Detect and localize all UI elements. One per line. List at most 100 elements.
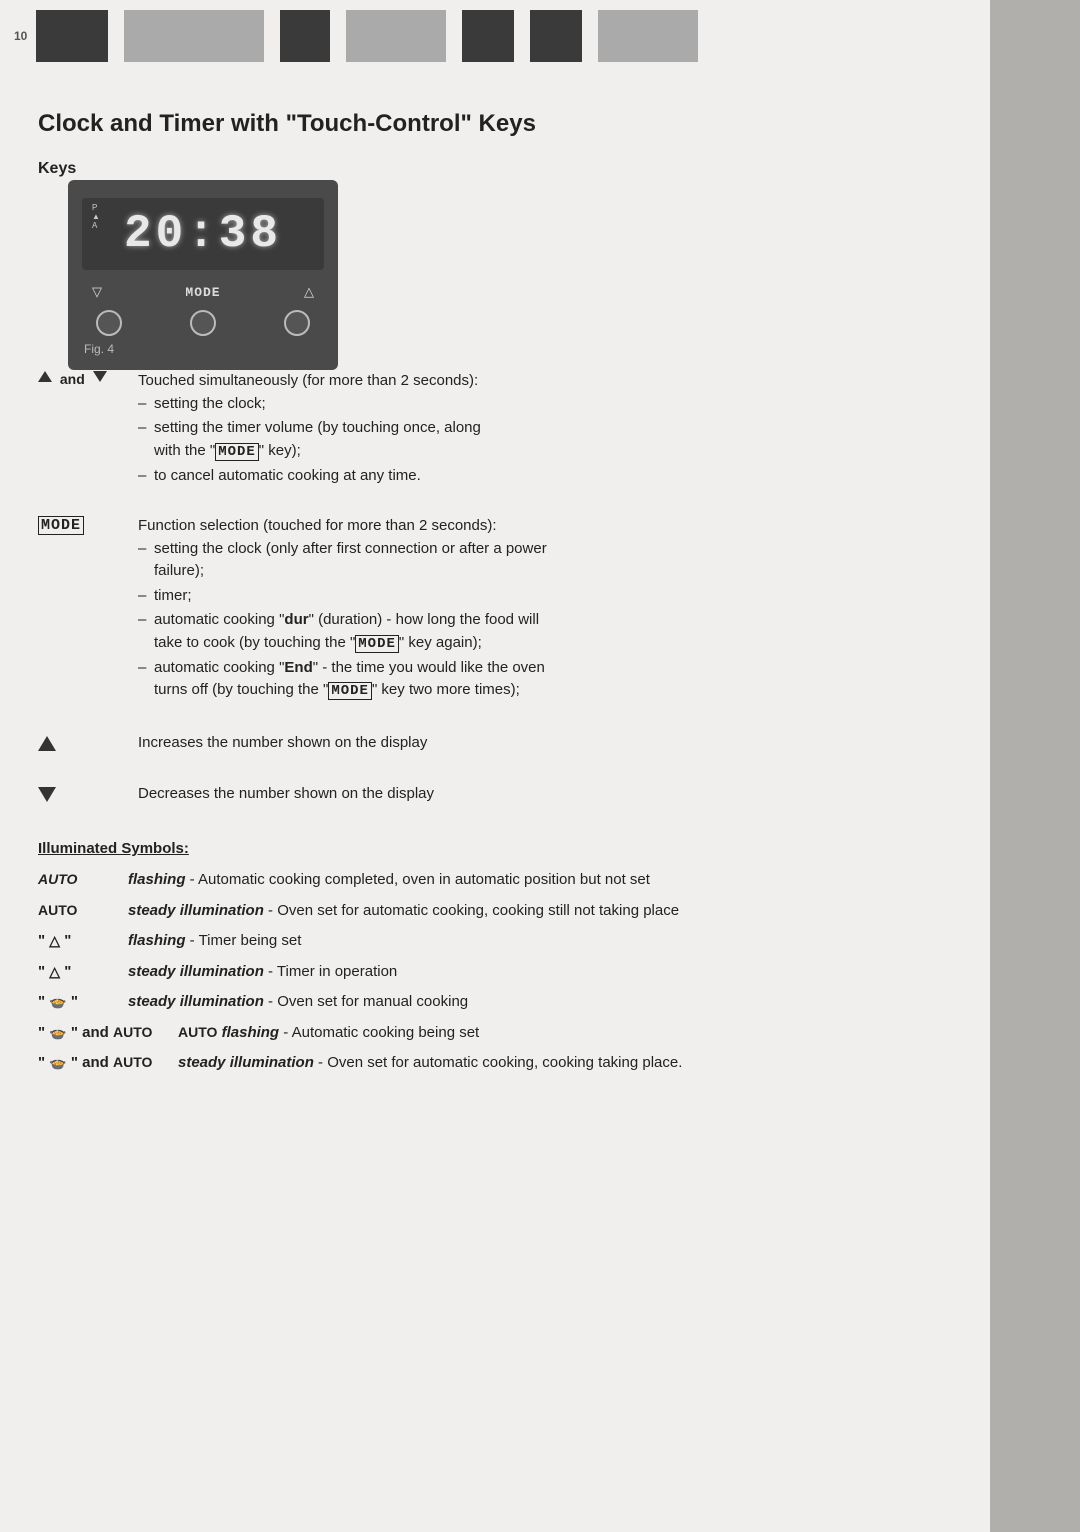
indicator-auto: ▲	[92, 213, 100, 221]
illu-style-3: flashing	[128, 932, 186, 949]
circle-right	[284, 310, 310, 336]
illu-row-7: " 🍲 " and AUTO steady illumination - Ove…	[38, 1052, 970, 1075]
illu-desc-7: steady illumination - Oven set for autom…	[178, 1052, 970, 1075]
btn-mode-area: MODE	[185, 285, 220, 300]
mode-desc-list: setting the clock (only after first conn…	[138, 538, 568, 703]
triangle-down-large-icon	[38, 787, 56, 802]
auto-label-6: AUTO	[178, 1024, 217, 1040]
auto-badge-4: AUTO	[113, 1054, 152, 1070]
header-block-sequence	[36, 10, 698, 62]
single-key-desc-up: Increases the number shown on the displa…	[138, 732, 427, 755]
mode-desc-item-1: setting the clock (only after first conn…	[138, 538, 568, 583]
circle-center	[190, 310, 216, 336]
mode-desc-item-3: automatic cooking "dur" (duration) - how…	[138, 609, 568, 655]
btn-down-label: ▽	[92, 284, 102, 300]
indicator-a: A	[92, 222, 100, 230]
mode-symbol: MODE	[38, 516, 84, 535]
illu-desc-3: flashing - Timer being set	[128, 930, 970, 953]
page-title: Clock and Timer with "Touch-Control" Key…	[38, 110, 970, 138]
header-block-7	[598, 10, 698, 62]
btn-up-label: △	[304, 284, 314, 300]
single-key-row-down: Decreases the number shown on the displa…	[38, 783, 970, 806]
mode-sym-inline-1: MODE	[215, 443, 259, 461]
mode-sym-inline-3: MODE	[328, 682, 372, 700]
illuminated-section: Illuminated Symbols: AUTO flashing - Aut…	[38, 840, 970, 1075]
key-desc-list: setting the clock; setting the timer vol…	[138, 393, 970, 488]
illu-style-4: steady illumination	[128, 963, 264, 980]
display-indicators: P ▲ A	[92, 204, 100, 230]
auto-badge-3: AUTO	[113, 1024, 152, 1040]
main-content: Clock and Timer with "Touch-Control" Key…	[0, 72, 1080, 1123]
illu-desc-4: steady illumination - Timer in operation	[128, 961, 970, 984]
key-row-up-down: and Touched simultaneously (for more tha…	[38, 370, 970, 489]
illu-style-6: flashing	[222, 1024, 280, 1041]
display-circles	[82, 310, 324, 336]
header-block-gap-3	[334, 10, 342, 62]
btn-up-area: △	[304, 284, 314, 300]
and-text: and	[56, 371, 89, 387]
illu-sym-4: " △ "	[38, 961, 128, 984]
key-desc-item-1: setting the clock;	[138, 393, 970, 416]
illu-sym-5: " 🍲 "	[38, 991, 128, 1014]
header-bar: 10	[0, 0, 1080, 72]
single-key-row-up: Increases the number shown on the displa…	[38, 732, 970, 755]
illu-style-1: flashing	[128, 871, 186, 888]
illu-sym-1: AUTO	[38, 869, 128, 892]
bell-icon-1: △	[49, 933, 60, 949]
key-desc-up-down: Touched simultaneously (for more than 2 …	[138, 370, 970, 489]
key-row-mode: MODE Function selection (touched for mor…	[38, 515, 970, 704]
keys-section: Keys P ▲ A 20:38 ▽ MODE	[38, 160, 970, 816]
mode-desc-intro: Function selection (touched for more tha…	[138, 517, 497, 534]
illu-sym-6: " 🍲 " and AUTO	[38, 1022, 178, 1045]
illu-desc-2: steady illumination - Oven set for autom…	[128, 900, 970, 923]
illu-style-7: steady illumination	[178, 1054, 314, 1071]
illu-sym-2: AUTO	[38, 900, 128, 923]
single-key-sym-up	[38, 732, 138, 755]
end-bold: End	[284, 659, 312, 676]
key-symbol-mode: MODE	[38, 515, 138, 535]
header-block-gap-6	[586, 10, 594, 62]
page-number: 10	[14, 29, 27, 43]
illu-desc-6: AUTO flashing - Automatic cooking being …	[178, 1022, 970, 1045]
pot-icon-2: 🍲	[49, 1024, 66, 1040]
illu-row-2: AUTO steady illumination - Oven set for …	[38, 900, 970, 923]
header-block-gap-4	[450, 10, 458, 62]
display-box: P ▲ A 20:38 ▽ MODE △	[68, 180, 338, 370]
header-block-4	[346, 10, 446, 62]
illu-row-3: " △ " flashing - Timer being set	[38, 930, 970, 953]
illu-sym-3: " △ "	[38, 930, 128, 953]
pot-icon-3: 🍲	[49, 1055, 66, 1071]
display-button-labels: ▽ MODE △	[82, 284, 324, 300]
key-desc-mode: Function selection (touched for more tha…	[138, 515, 568, 704]
header-block-1	[36, 10, 108, 62]
keys-label: Keys	[38, 160, 970, 178]
key-symbol-up-down: and	[38, 370, 138, 387]
header-block-5	[462, 10, 514, 62]
illu-style-5: steady illumination	[128, 993, 264, 1010]
header-block-gap-5	[518, 10, 526, 62]
key-desc-item-3: to cancel automatic cooking at any time.	[138, 465, 970, 488]
auto-badge-1: AUTO	[38, 871, 77, 887]
illu-desc-1: flashing - Automatic cooking completed, …	[128, 869, 970, 892]
figure-area: P ▲ A 20:38 ▽ MODE △	[68, 180, 338, 370]
btn-down-area: ▽	[92, 284, 102, 300]
dur-bold: dur	[284, 611, 308, 628]
illu-desc-5: steady illumination - Oven set for manua…	[128, 991, 970, 1014]
pot-icon-1: 🍲	[49, 994, 66, 1010]
indicator-p: P	[92, 204, 100, 212]
auto-badge-2: AUTO	[38, 902, 77, 918]
header-block-2	[124, 10, 264, 62]
display-screen: P ▲ A 20:38	[82, 198, 324, 270]
illu-row-6: " 🍲 " and AUTO AUTO flashing - Automatic…	[38, 1022, 970, 1045]
bell-icon-2: △	[49, 963, 60, 979]
illu-style-2: steady illumination	[128, 902, 264, 919]
triangle-up-large-icon	[38, 736, 56, 751]
header-block-6	[530, 10, 582, 62]
mode-desc-item-2: timer;	[138, 585, 568, 608]
illuminated-title: Illuminated Symbols:	[38, 840, 970, 857]
mode-sym-inline-2: MODE	[355, 635, 399, 653]
triangle-down-icon	[93, 371, 107, 382]
header-block-gap-1	[112, 10, 120, 62]
triangle-up-icon	[38, 371, 52, 382]
illu-row-4: " △ " steady illumination - Timer in ope…	[38, 961, 970, 984]
